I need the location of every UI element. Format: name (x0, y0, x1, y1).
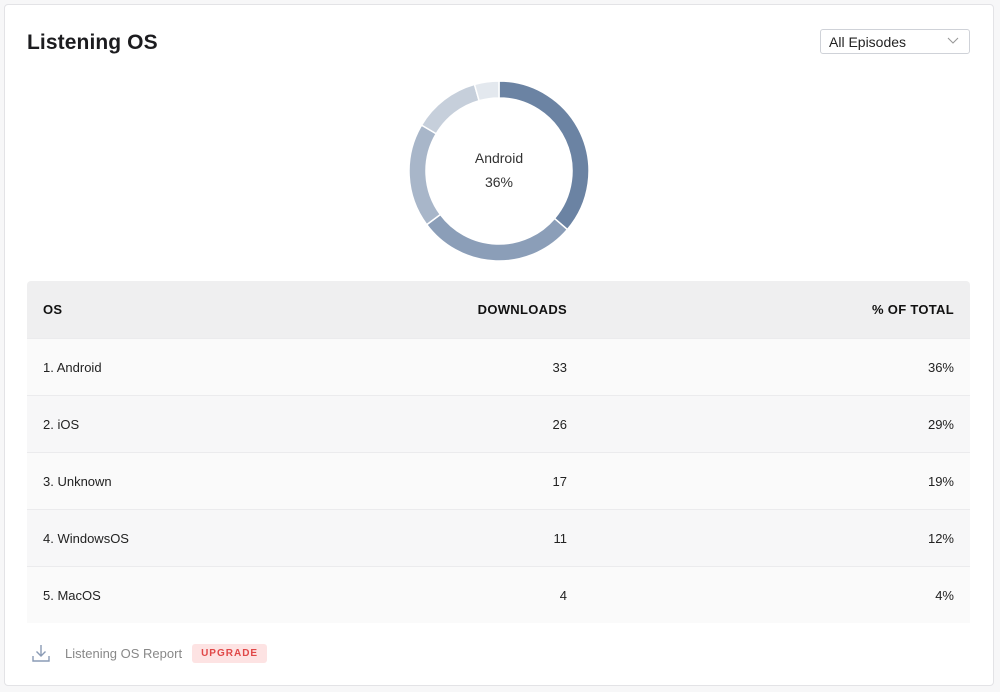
donut-center-label: Android (474, 150, 524, 166)
download-icon (32, 645, 50, 662)
table-row: 2. iOS 26 29% (27, 395, 970, 452)
donut-slice-ios[interactable] (425, 213, 569, 262)
row-downloads: 4 (559, 587, 567, 603)
row-percent: 29% (927, 416, 954, 432)
row-percent: 19% (927, 473, 954, 489)
row-downloads: 33 (552, 359, 567, 375)
listening-os-card: Listening OS All Episodes Android 36% OS… (4, 4, 994, 686)
table-row: 4. WindowsOS 11 12% (27, 509, 970, 566)
upgrade-badge[interactable]: UPGRADE (192, 643, 268, 663)
row-percent: 12% (927, 530, 954, 546)
table-row: 3. Unknown 17 19% (27, 452, 970, 509)
row-os: 2. iOS (43, 416, 80, 432)
donut-slice-macos[interactable] (473, 80, 500, 102)
header-os: OS (43, 302, 63, 317)
os-table: OS DOWNLOADS % OF TOTAL 1. Android 33 36… (27, 281, 970, 623)
report-download-link[interactable]: Listening OS Report UPGRADE (27, 641, 268, 665)
row-os: 4. WindowsOS (43, 530, 129, 546)
table-row: 1. Android 33 36% (27, 338, 970, 395)
episode-filter-select[interactable]: All Episodes (820, 29, 970, 54)
row-percent: 36% (927, 359, 954, 375)
row-downloads: 26 (552, 416, 567, 432)
page-title: Listening OS (27, 31, 158, 54)
donut-center-value: 36% (484, 174, 514, 190)
donut-svg (408, 80, 590, 262)
chevron-down-icon (947, 37, 959, 44)
row-os: 3. Unknown (43, 473, 112, 489)
header-downloads: DOWNLOADS (477, 302, 567, 317)
episode-filter-value: All Episodes (829, 33, 907, 50)
os-donut-chart: Android 36% (408, 80, 590, 262)
row-downloads: 17 (552, 473, 567, 489)
row-percent: 4% (935, 587, 954, 603)
header-percent: % OF TOTAL (872, 302, 954, 317)
row-downloads: 11 (553, 530, 568, 546)
donut-slice-windowsos[interactable] (420, 83, 481, 135)
table-row: 5. MacOS 4 4% (27, 566, 970, 623)
row-os: 5. MacOS (43, 587, 101, 603)
row-os: 1. Android (43, 359, 102, 375)
table-body: 1. Android 33 36% 2. iOS 26 29% 3. Unkno… (27, 338, 970, 623)
report-label: Listening OS Report (65, 645, 183, 661)
table-header: OS DOWNLOADS % OF TOTAL (27, 281, 970, 338)
